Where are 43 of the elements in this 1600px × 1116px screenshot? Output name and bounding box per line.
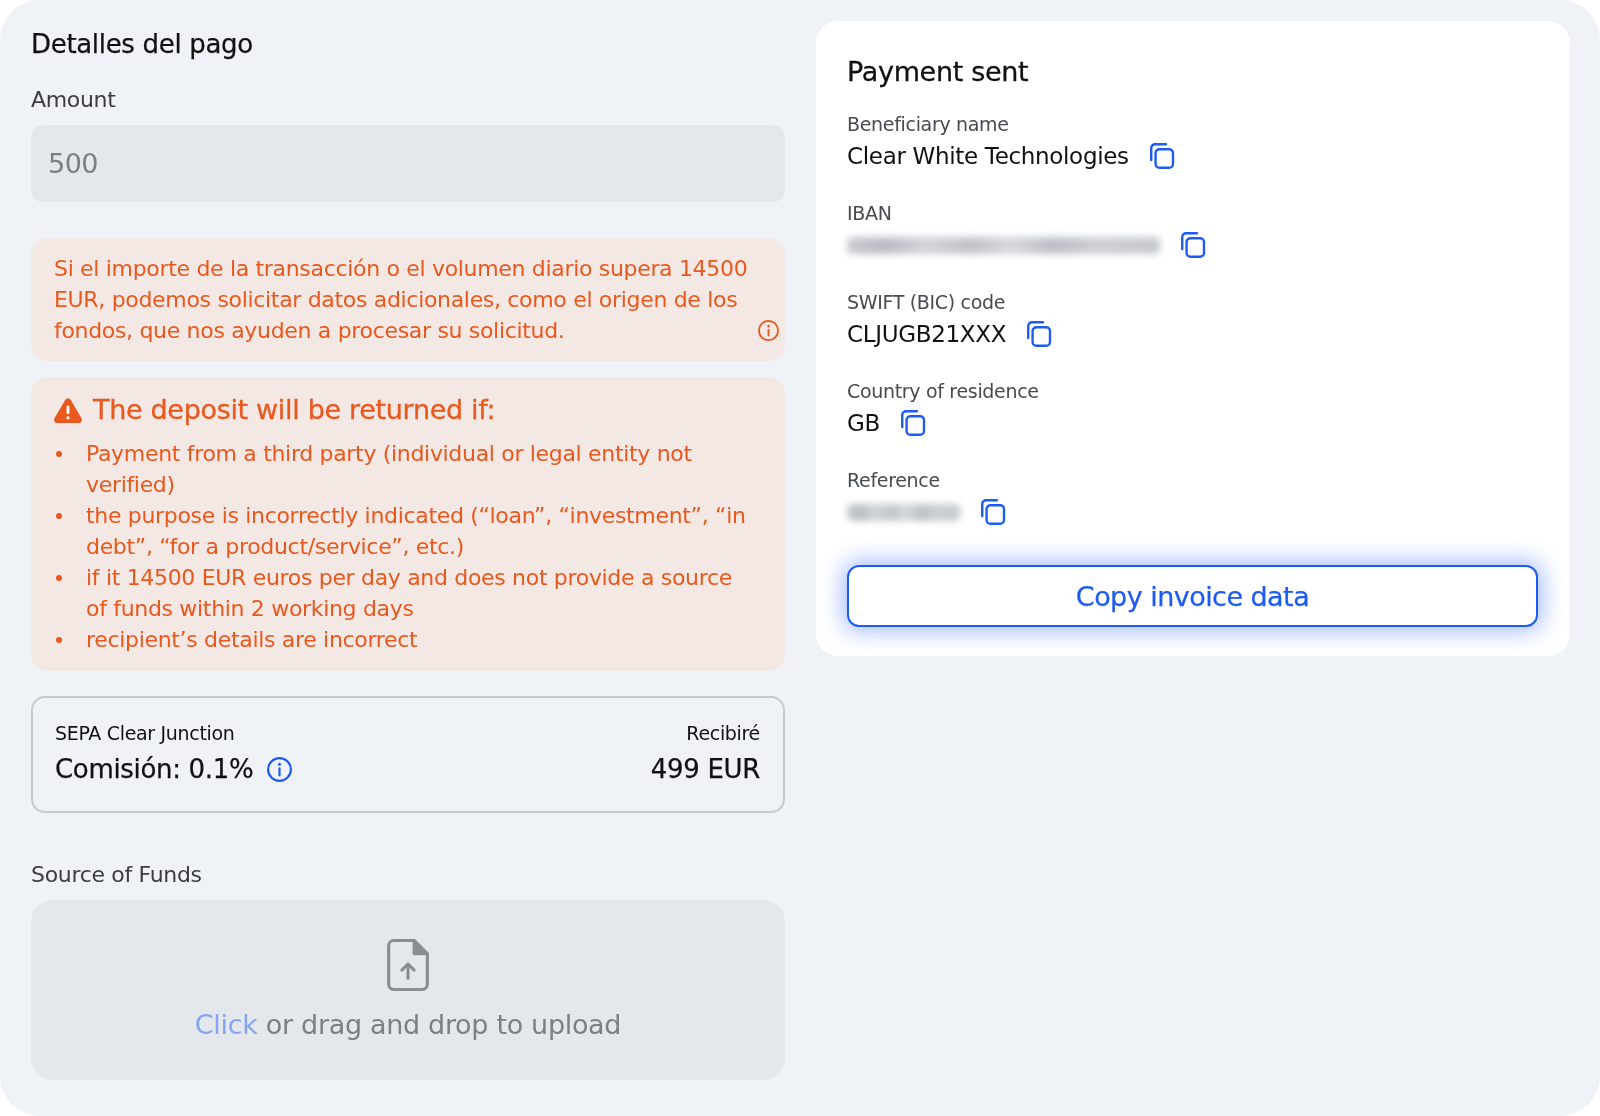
file-upload-icon [387,939,429,991]
copy-icon [899,410,926,436]
copy-button[interactable] [899,410,926,436]
field-label: IBAN [847,201,892,225]
copy-icon [1180,232,1206,258]
field-label: Source of Funds [31,862,202,888]
provider-name: SEPA Clear Junction [55,722,235,744]
warning-icon [54,397,82,423]
bullet-icon [56,574,62,581]
field-label: Reference [847,468,940,492]
receive-label: Recibiré [686,722,760,744]
list-item-text: recipient’s details are incorrect [86,626,419,654]
warning-title: The deposit will be returned if: [93,393,496,427]
field-value: Clear White Technologies [847,142,1129,171]
field-value: GB [847,409,880,438]
list-item-text: Payment from a third party (individual or legal entity not verified) [86,440,693,499]
copy-icon [1026,321,1053,347]
card-title: Payment sent [847,55,1030,89]
copy-button[interactable] [980,499,1006,525]
commission-text: Comisión: 0.1% [55,753,254,785]
upload-link[interactable]: Click [194,1009,258,1040]
notice-text: Si el importe de la transacción o el volumen diario supera 14500 EUR, podemos solicitar datos adicionales, como el origen de los fondos, que nos ayuden a procesar su solicitud. [54,255,749,345]
copy-button[interactable] [1026,321,1053,347]
copy-invoice-button[interactable]: Copy invoice data [847,565,1538,627]
copy-button[interactable] [1148,143,1175,169]
field-label: Country of residence [847,379,1039,403]
info-icon [267,756,293,782]
upload-hint: Click or drag and drop to upload [194,1008,622,1042]
field-value: CLJUGB21XXX [847,320,1007,349]
bullet-icon [56,450,62,457]
copy-button[interactable] [1180,232,1206,258]
field-label: Beneficiary name [847,112,1009,136]
section-title: Detalles del pago [31,29,253,59]
copy-icon [980,499,1006,525]
bullet-icon [56,636,62,643]
field-label: SWIFT (BIC) code [847,290,1006,314]
bullet-icon [56,512,62,519]
field-label: Amount [31,87,116,113]
list-item-text: the purpose is incorrectly indicated (“loan”, “investment”, “in debt”, “for a product/service”, etc.) [86,502,747,561]
copy-icon [1148,143,1175,169]
info-icon [758,320,779,341]
receive-amount: 499 EUR [650,753,760,785]
upload-dropzone[interactable]: Click or drag and drop to upload [31,900,785,1080]
